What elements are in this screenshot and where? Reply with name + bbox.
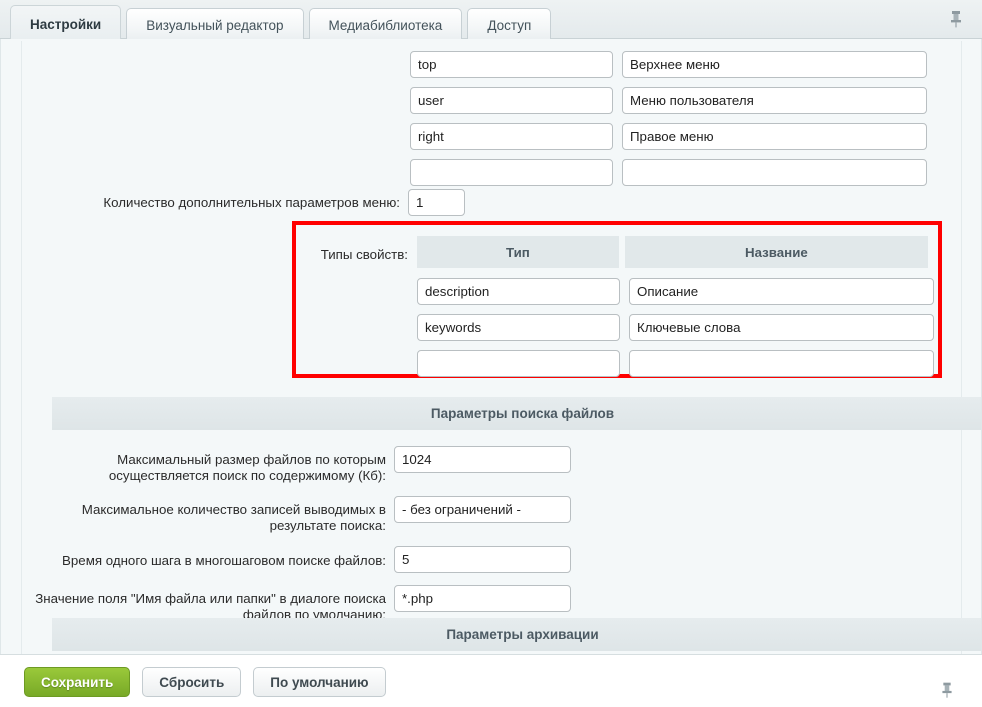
file-search-fields: Максимальный размер файлов по которым ос…: [22, 446, 963, 635]
field-default-filename: [394, 585, 963, 612]
menu-name-input-2[interactable]: [622, 87, 927, 114]
table-row: [417, 350, 928, 377]
extra-params-label: Количество дополнительных параметров мен…: [22, 189, 408, 216]
property-name-cell: [629, 278, 934, 305]
menu-code-cell: [410, 159, 613, 186]
property-type-input-2[interactable]: [417, 314, 620, 341]
menu-code-input-3[interactable]: [410, 123, 613, 150]
field-row-max-results: Максимальное количество записей выводимы…: [22, 496, 963, 534]
section-header-file-search: Параметры поиска файлов: [52, 397, 982, 430]
default-button-label: По умолчанию: [270, 675, 368, 690]
table-row: [417, 278, 928, 305]
tab-list: Настройки Визуальный редактор Медиабибли…: [10, 5, 551, 42]
default-button[interactable]: По умолчанию: [253, 667, 385, 697]
menu-name-input-4[interactable]: [622, 159, 927, 186]
menu-code-input-4[interactable]: [410, 159, 613, 186]
field-max-results: [394, 496, 963, 523]
property-name-cell: [629, 314, 934, 341]
tab-access[interactable]: Доступ: [467, 8, 551, 42]
property-type-input-1[interactable]: [417, 278, 620, 305]
menu-name-cell: [622, 51, 927, 78]
menu-name-cell: [622, 87, 927, 114]
max-file-size-input[interactable]: [394, 446, 571, 473]
table-row: [417, 314, 928, 341]
field-step-time: [394, 546, 963, 573]
label-max-file-size: Максимальный размер файлов по которым ос…: [22, 446, 394, 484]
property-types-label: Типы свойств:: [296, 236, 417, 386]
max-results-input[interactable]: [394, 496, 571, 523]
default-filename-input[interactable]: [394, 585, 571, 612]
menu-name-cell: [622, 123, 927, 150]
property-type-cell: [417, 278, 620, 305]
application-window: Настройки Визуальный редактор Медиабибли…: [0, 0, 982, 707]
menu-code-input-2[interactable]: [410, 87, 613, 114]
column-header-name: Название: [625, 236, 928, 268]
property-name-cell: [629, 350, 934, 377]
menu-name-cell: [622, 159, 927, 186]
property-types-header-row: Тип Название: [417, 236, 928, 268]
field-row-max-file-size: Максимальный размер файлов по которым ос…: [22, 446, 963, 484]
property-type-cell: [417, 314, 620, 341]
tab-settings-label: Настройки: [30, 17, 101, 32]
tab-media-library-label: Медиабиблиотека: [329, 18, 443, 33]
tab-visual-editor-label: Визуальный редактор: [146, 18, 283, 33]
menu-name-input-3[interactable]: [622, 123, 927, 150]
menu-code-cell: [410, 51, 613, 78]
menu-row: [410, 123, 927, 150]
menus-grid: [410, 51, 927, 195]
menu-row: [410, 87, 927, 114]
extra-params-row: Количество дополнительных параметров мен…: [22, 189, 963, 216]
property-types-body: [417, 278, 928, 377]
property-name-input-1[interactable]: [629, 278, 934, 305]
settings-scroll-area[interactable]: Количество дополнительных параметров мен…: [0, 39, 982, 654]
menu-row: [410, 51, 927, 78]
menu-name-input-1[interactable]: [622, 51, 927, 78]
settings-panel: Количество дополнительных параметров мен…: [21, 41, 962, 654]
footer-toolbar: Сохранить Сбросить По умолчанию: [0, 654, 982, 707]
field-row-step-time: Время одного шага в многошаговом поиске …: [22, 546, 963, 573]
menu-code-cell: [410, 123, 613, 150]
column-header-type: Тип: [417, 236, 619, 268]
label-step-time: Время одного шага в многошаговом поиске …: [22, 546, 394, 569]
menu-row: [410, 159, 927, 186]
property-type-cell: [417, 350, 620, 377]
property-types-row: Типы свойств: Тип Название: [296, 236, 938, 386]
tab-settings[interactable]: Настройки: [10, 5, 121, 42]
property-types-highlight: Типы свойств: Тип Название: [292, 221, 942, 378]
pushpin-icon[interactable]: [944, 7, 968, 31]
section-header-archive: Параметры архивации: [52, 618, 982, 651]
property-name-input-2[interactable]: [629, 314, 934, 341]
reset-button-label: Сбросить: [159, 675, 224, 690]
tab-access-label: Доступ: [487, 18, 531, 33]
tab-visual-editor[interactable]: Визуальный редактор: [126, 8, 303, 42]
field-max-file-size: [394, 446, 963, 473]
reset-button[interactable]: Сбросить: [142, 667, 241, 697]
property-types-table: Тип Название: [417, 236, 928, 386]
footer-button-group: Сохранить Сбросить По умолчанию: [24, 667, 386, 697]
property-name-input-3[interactable]: [629, 350, 934, 377]
menu-code-input-1[interactable]: [410, 51, 613, 78]
tab-media-library[interactable]: Медиабиблиотека: [309, 8, 463, 42]
tab-bar: Настройки Визуальный редактор Медиабибли…: [0, 0, 982, 39]
pushpin-icon-footer[interactable]: [936, 678, 958, 702]
save-button[interactable]: Сохранить: [24, 667, 130, 697]
save-button-label: Сохранить: [41, 675, 113, 690]
step-time-input[interactable]: [394, 546, 571, 573]
extra-params-field: [408, 189, 963, 216]
label-max-results: Максимальное количество записей выводимы…: [22, 496, 394, 534]
property-type-input-3[interactable]: [417, 350, 620, 377]
menu-code-cell: [410, 87, 613, 114]
extra-params-input[interactable]: [408, 189, 465, 216]
